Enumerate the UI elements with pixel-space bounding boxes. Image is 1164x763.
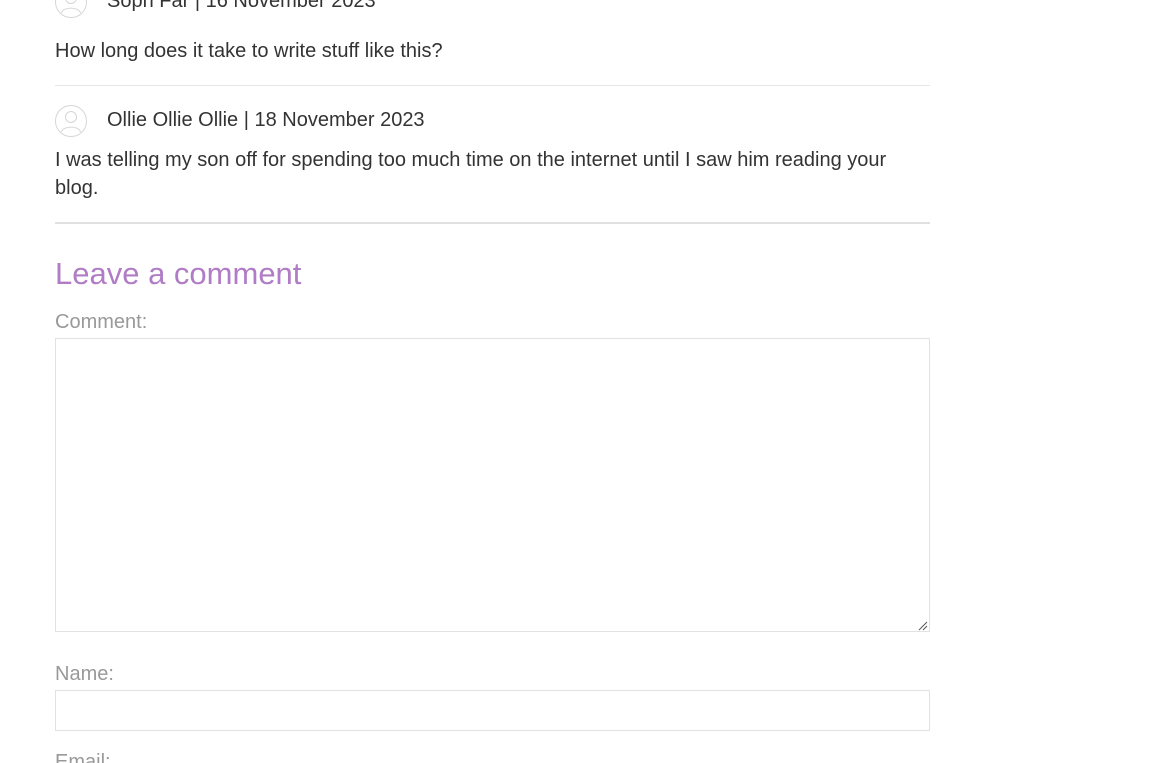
comment-divider (55, 85, 930, 86)
comment-text: How long does it take to write stuff lik… (55, 40, 443, 62)
user-avatar-icon (55, 105, 87, 137)
resize-handle-icon[interactable] (916, 618, 928, 631)
user-avatar-icon (55, 0, 87, 18)
comment-item: Soph Far | 16 November 2023 How long doe… (55, 0, 930, 62)
blog-comments-page: Soph Far | 16 November 2023 How long doe… (0, 0, 1164, 763)
email-field-label: Email: (55, 751, 111, 763)
comment-textarea[interactable] (55, 338, 930, 632)
comment-author-date: Ollie Ollie Ollie | 18 November 2023 (107, 109, 425, 131)
comment-header: Soph Far | 16 November 2023 (55, 0, 930, 18)
comment-item: Ollie Ollie Ollie | 18 November 2023 I w… (55, 105, 930, 199)
name-field-label: Name: (55, 663, 114, 685)
name-input[interactable] (55, 690, 930, 731)
comment-header: Ollie Ollie Ollie | 18 November 2023 (55, 105, 930, 137)
comments-section-divider (55, 222, 930, 224)
comment-field-label: Comment: (55, 311, 148, 333)
leave-comment-heading: Leave a comment (55, 256, 302, 291)
comment-text: I was telling my son off for spending to… (55, 149, 887, 199)
comment-author-date: Soph Far | 16 November 2023 (107, 0, 376, 12)
